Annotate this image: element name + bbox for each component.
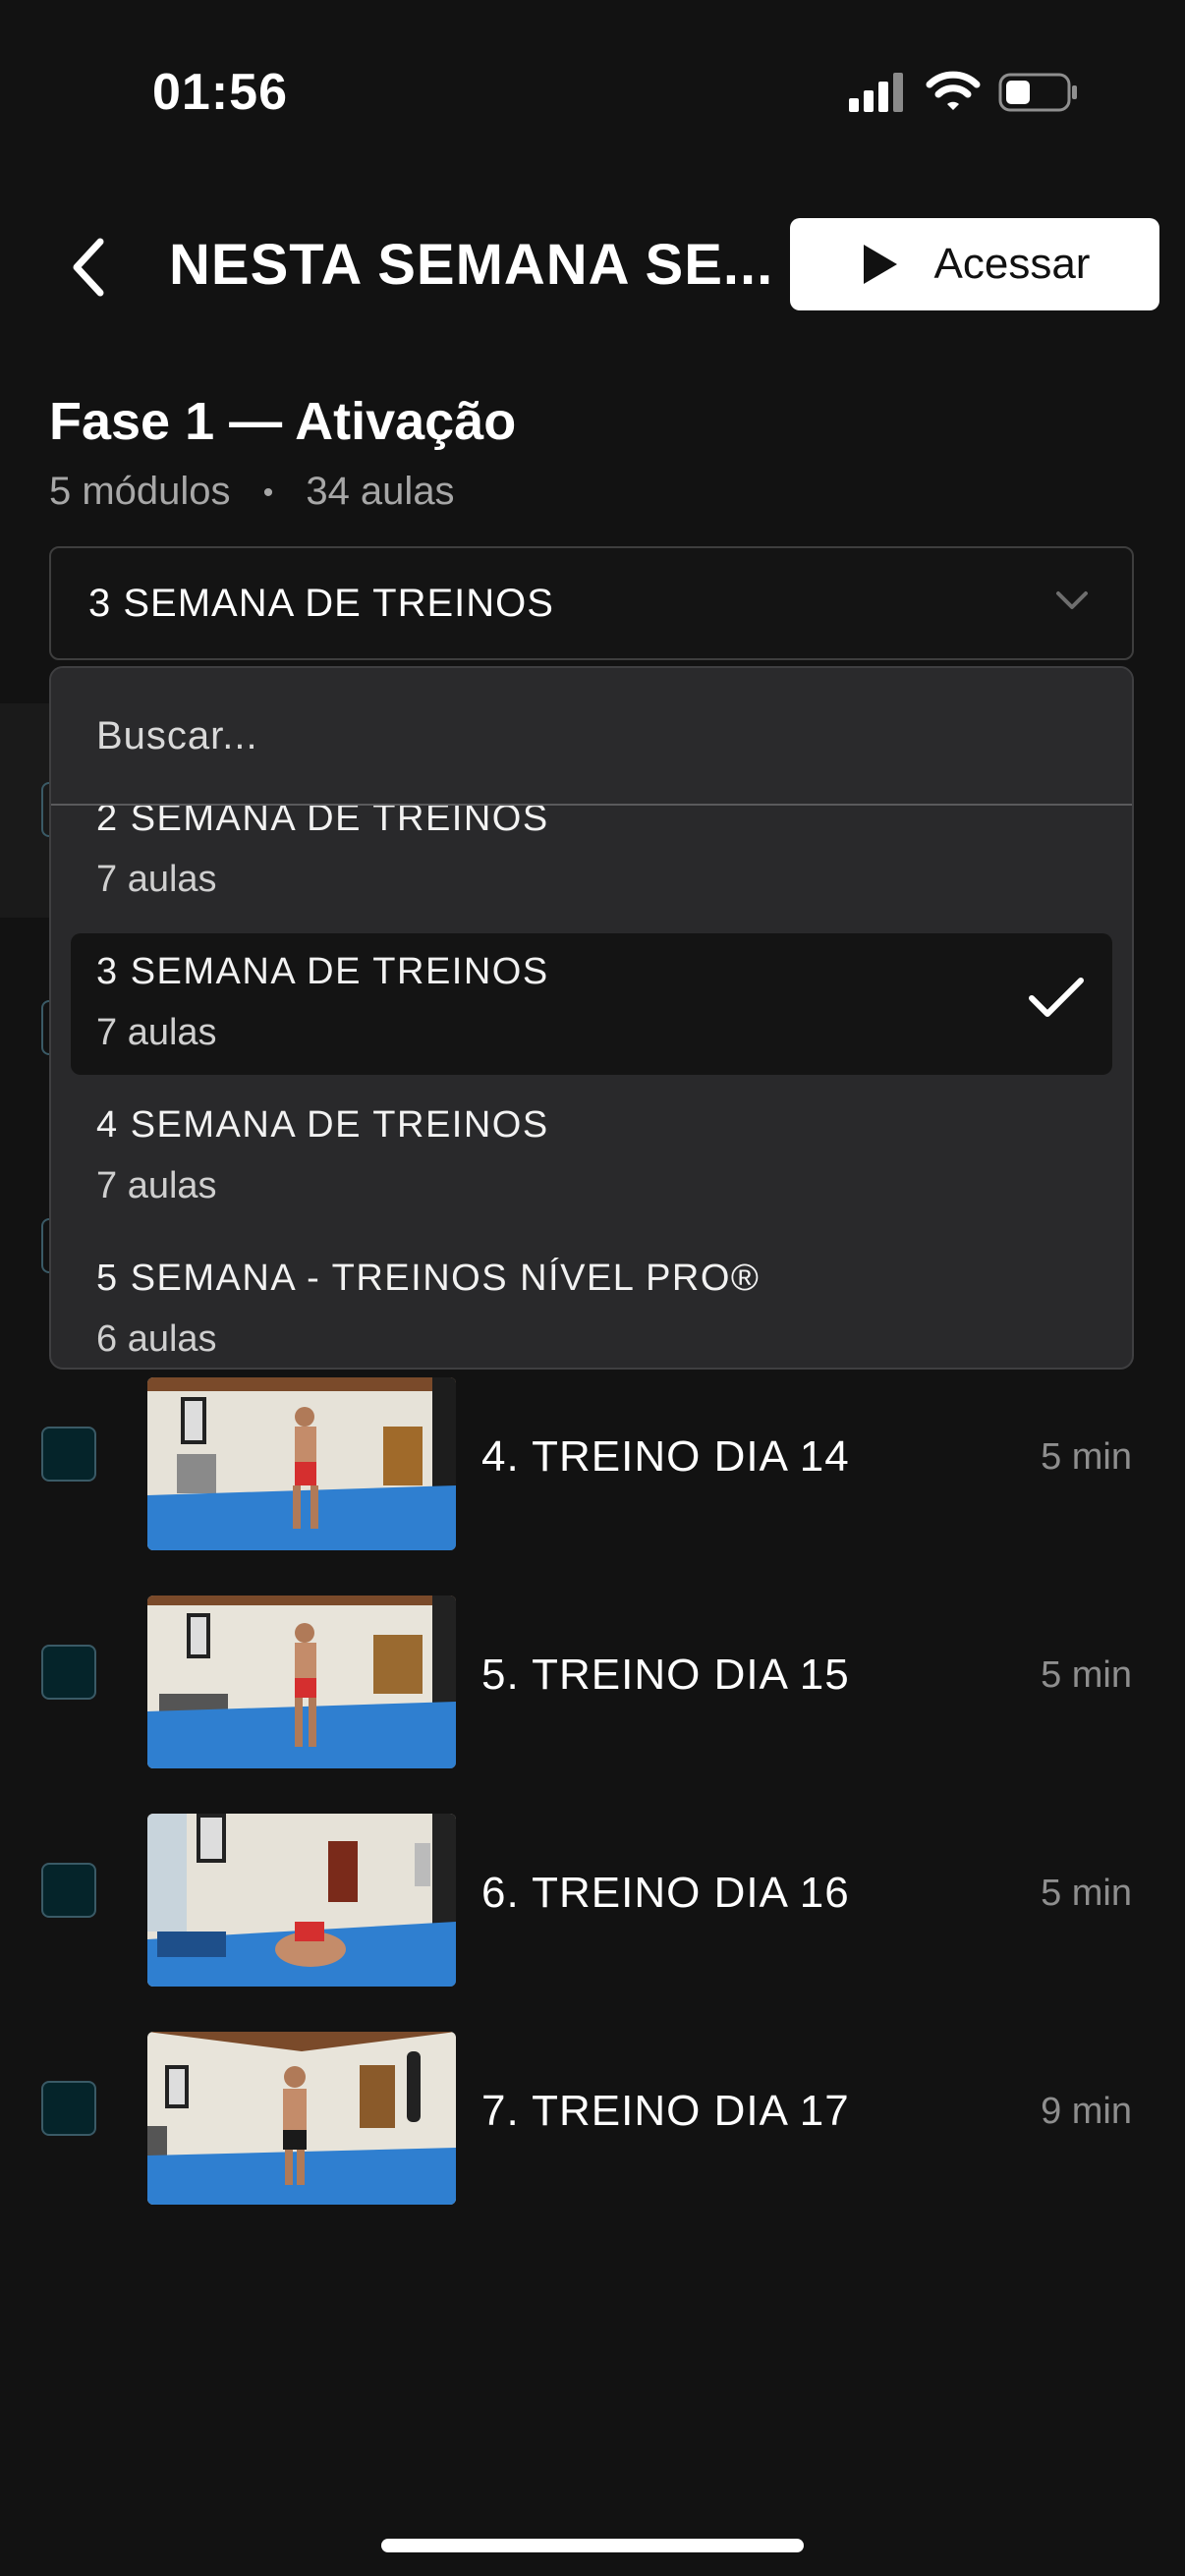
cellular-signal-icon [849, 73, 903, 112]
chevron-down-icon [1056, 591, 1088, 609]
lessons-count: 34 aulas [306, 470, 455, 513]
dropdown-search-input[interactable]: Buscar... [51, 668, 1132, 806]
lesson-title: 7. TREINO DIA 17 [481, 2087, 850, 2135]
lesson-row[interactable]: 5. TREINO DIA 15 5 min [0, 1596, 1185, 1772]
chevron-left-icon [73, 238, 104, 297]
lesson-row[interactable]: 4. TREINO DIA 14 5 min [0, 1377, 1185, 1554]
lesson-row[interactable]: 7. TREINO DIA 17 9 min [0, 2032, 1185, 2209]
week-select[interactable]: 3 SEMANA DE TREINOS [49, 546, 1134, 660]
lesson-title: 5. TREINO DIA 15 [481, 1651, 850, 1699]
lesson-duration: 5 min [1041, 1873, 1132, 1914]
dropdown-option-selected[interactable]: 3 SEMANA DE TREINOS 7 aulas [71, 933, 1112, 1075]
lesson-row[interactable]: 6. TREINO DIA 16 5 min [0, 1814, 1185, 1990]
wifi-icon [926, 71, 981, 110]
phase-meta: 5 módulos • 34 aulas [49, 470, 455, 514]
dropdown-option-name: 3 SEMANA DE TREINOS [96, 951, 549, 992]
lesson-thumbnail[interactable] [147, 1814, 456, 1987]
lesson-title: 4. TREINO DIA 14 [481, 1432, 850, 1481]
dropdown-option-count: 7 aulas [96, 1165, 217, 1206]
dropdown-option-name: 4 SEMANA DE TREINOS [96, 1104, 549, 1146]
checkmark-icon [1029, 978, 1084, 1017]
modules-count: 5 módulos [49, 470, 231, 513]
lesson-duration: 5 min [1041, 1436, 1132, 1478]
lesson-checkbox[interactable] [41, 2081, 96, 2136]
dropdown-option-count: 6 aulas [96, 1318, 217, 1360]
phase-title: Fase 1 — Ativação [49, 392, 517, 451]
dropdown-option-count: 7 aulas [96, 1012, 217, 1053]
dropdown-option[interactable]: 5 SEMANA - TREINOS NÍVEL PRO® 6 aulas [71, 1240, 1112, 1368]
lesson-checkbox[interactable] [41, 1863, 96, 1918]
lesson-checkbox[interactable] [41, 1645, 96, 1700]
lesson-duration: 9 min [1041, 2091, 1132, 2132]
lesson-thumbnail[interactable] [147, 1377, 456, 1550]
dropdown-option[interactable]: 4 SEMANA DE TREINOS 7 aulas [71, 1087, 1112, 1228]
dropdown-option-count: 7 aulas [96, 859, 217, 900]
page-title: NESTA SEMANA SE... [169, 233, 774, 297]
lesson-thumbnail[interactable] [147, 1596, 456, 1768]
lesson-title: 6. TREINO DIA 16 [481, 1869, 850, 1917]
meta-separator: • [262, 476, 274, 510]
access-button-label: Acessar [933, 240, 1091, 288]
status-time: 01:56 [152, 64, 288, 121]
access-button[interactable]: Acessar [790, 218, 1159, 310]
back-button[interactable] [59, 228, 118, 307]
lesson-duration: 5 min [1041, 1654, 1132, 1696]
week-select-value: 3 SEMANA DE TREINOS [88, 581, 554, 625]
lesson-thumbnail[interactable] [147, 2032, 456, 2205]
lesson-checkbox[interactable] [41, 1427, 96, 1482]
play-icon [863, 245, 897, 284]
home-indicator[interactable] [381, 2539, 804, 2552]
dropdown-option-name: 5 SEMANA - TREINOS NÍVEL PRO® [96, 1258, 761, 1299]
week-dropdown-panel[interactable]: 2 SEMANA DE TREINOS 7 aulas Buscar... 3 … [49, 666, 1134, 1370]
battery-icon [998, 73, 1077, 112]
